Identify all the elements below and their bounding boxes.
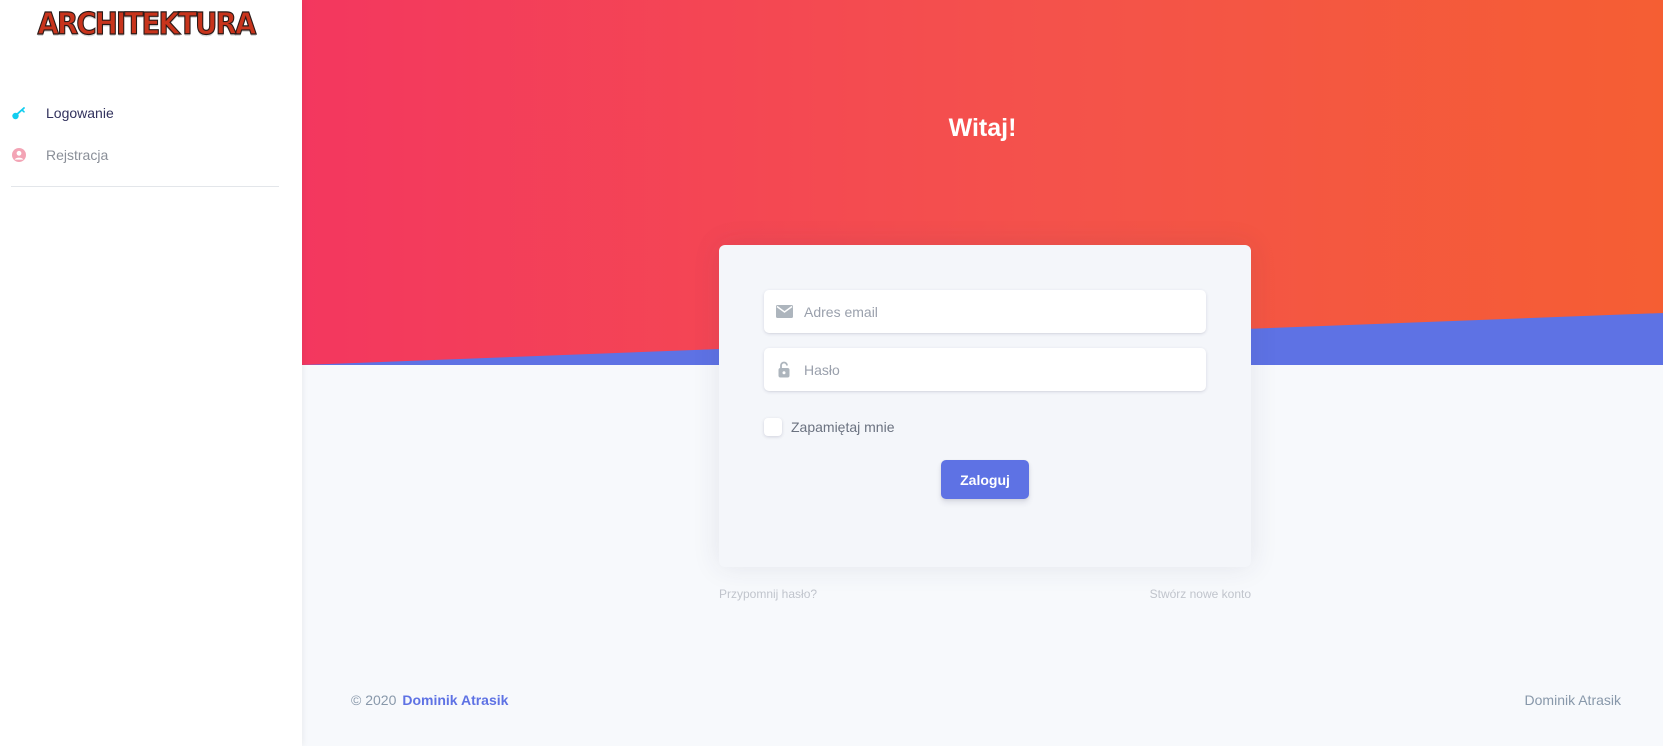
copyright-text: © 2020	[351, 692, 397, 708]
sidebar-divider	[11, 186, 279, 187]
email-input[interactable]	[802, 289, 1206, 334]
remember-label: Zapamiętaj mnie	[791, 419, 895, 435]
key-icon	[11, 105, 27, 121]
password-input[interactable]	[802, 347, 1206, 392]
login-card: Zapamiętaj mnie Zaloguj	[719, 245, 1251, 567]
sidebar-item-label: Logowanie	[46, 105, 114, 121]
email-field[interactable]	[764, 289, 1206, 334]
remember-checkbox[interactable]	[764, 418, 782, 436]
envelope-icon	[775, 303, 793, 321]
sidebar-item-rejstracja[interactable]: Rejstracja	[0, 134, 302, 176]
create-account-link[interactable]: Stwórz nowe konto	[1150, 587, 1251, 601]
remember-me[interactable]: Zapamiętaj mnie	[764, 418, 895, 436]
lock-icon	[775, 361, 793, 379]
forgot-password-link[interactable]: Przypomnij hasło?	[719, 587, 817, 601]
sidebar-nav: Logowanie Rejstracja	[0, 92, 302, 176]
password-field[interactable]	[764, 347, 1206, 392]
footer-right-text[interactable]: Dominik Atrasik	[1525, 692, 1621, 708]
brand-logo[interactable]: ARCHITEKTURA	[36, 5, 256, 43]
login-button[interactable]: Zaloguj	[941, 460, 1029, 499]
footer-author-link[interactable]: Dominik Atrasik	[402, 692, 508, 708]
sidebar-item-logowanie[interactable]: Logowanie	[0, 92, 302, 134]
page-title: Witaj!	[948, 114, 1017, 142]
sidebar: ARCHITEKTURA Logowanie Rejstracja	[0, 0, 302, 746]
logo-text: ARCHITEKTURA	[36, 6, 256, 42]
sidebar-item-label: Rejstracja	[46, 147, 109, 163]
user-circle-icon	[11, 147, 27, 163]
footer-copyright: © 2020 Dominik Atrasik	[351, 692, 508, 708]
